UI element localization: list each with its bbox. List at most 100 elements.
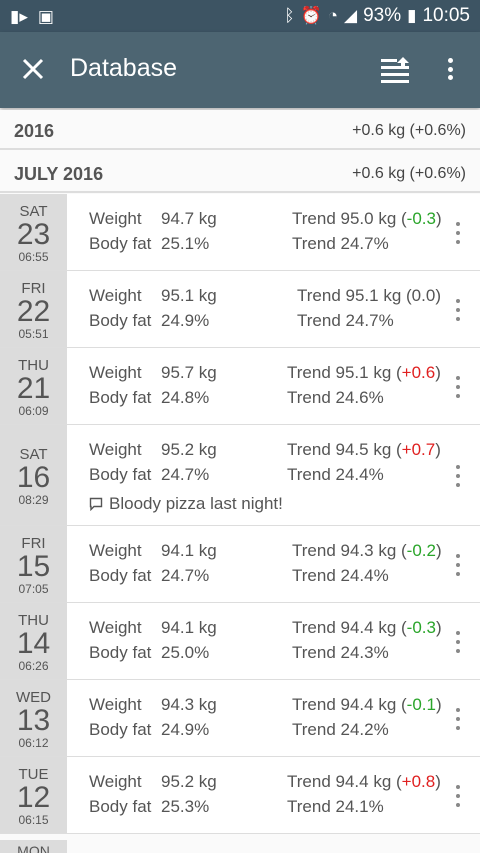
bodyfat-value: 24.8% xyxy=(161,388,210,407)
close-icon[interactable] xyxy=(18,54,48,84)
list-item[interactable]: SAT 23 06:55 Weight 94.7 kg Trend 95.0 k… xyxy=(0,194,480,271)
day-number: 13 xyxy=(16,704,51,737)
status-bar: ▮▸ ▣ ᛒ ⏰ ◔ ◢ 93% ▮ 10:05 xyxy=(0,0,480,32)
row-menu-icon[interactable] xyxy=(452,464,464,487)
bodyfat-label: Body fat xyxy=(89,720,152,739)
row-menu-icon[interactable] xyxy=(452,375,464,398)
trend-delta: -0.2 xyxy=(406,541,436,560)
bodyfat-trend: Trend 24.4% xyxy=(292,566,389,586)
bodyfat-trend: Trend 24.3% xyxy=(292,643,389,663)
comment-icon xyxy=(89,497,103,511)
row-menu-icon[interactable] xyxy=(452,707,464,730)
trend-label: Trend xyxy=(287,388,331,407)
entry-time: 06:55 xyxy=(18,250,49,264)
bluetooth-icon: ᛒ xyxy=(284,6,295,25)
weight-label: Weight xyxy=(89,440,142,459)
list-item[interactable]: FRI 15 07:05 Weight 94.1 kg Trend 94.3 k… xyxy=(0,526,480,603)
bodyfat-value: 24.7% xyxy=(161,465,210,484)
weight-label: Weight xyxy=(89,209,142,228)
entry-time: 06:15 xyxy=(18,813,49,827)
bodyfat-value: 25.3% xyxy=(161,797,210,816)
weight-value: 95.7 kg xyxy=(161,363,217,382)
month-header[interactable]: JULY 2016 +0.6 kg (+0.6%) xyxy=(0,153,480,193)
trend-delta: +0.6 xyxy=(401,363,436,382)
list-item[interactable]: THU 14 06:26 Weight 94.1 kg Trend 94.4 k… xyxy=(0,603,480,680)
weight-label: Weight xyxy=(89,772,142,791)
bodyfat-value: 24.9% xyxy=(161,311,210,330)
bodyfat-value: 24.7% xyxy=(161,566,210,585)
row-menu-icon[interactable] xyxy=(452,784,464,807)
bodyfat-label: Body fat xyxy=(89,566,152,585)
weight-value: 94.1 kg xyxy=(161,618,217,637)
entry-values: Weight 95.7 kg Trend 95.1 kg (+0.6) Body… xyxy=(89,363,444,413)
list-item[interactable]: TUE 12 06:15 Weight 95.2 kg Trend 94.4 k… xyxy=(0,757,480,834)
year-header[interactable]: 2016 +0.6 kg (+0.6%) xyxy=(0,110,480,150)
signal-icon: ◢ xyxy=(343,6,358,25)
row-menu-icon[interactable] xyxy=(452,221,464,244)
battery-icon: ▮ xyxy=(407,6,417,25)
date-box: THU 21 06:09 xyxy=(0,348,67,424)
trend-label: Trend xyxy=(292,643,336,662)
trend-label: Trend xyxy=(292,720,336,739)
weight-value: 94.1 kg xyxy=(161,541,217,560)
wifi-icon: ◔ xyxy=(327,6,338,25)
row-menu-icon[interactable] xyxy=(452,298,464,321)
trend-label: Trend xyxy=(292,234,336,253)
trend-delta: -0.1 xyxy=(406,695,436,714)
month-label: JULY 2016 xyxy=(14,164,104,184)
trend-bodyfat: 24.6% xyxy=(335,388,384,407)
trend-bodyfat: 24.4% xyxy=(340,566,389,585)
list-item[interactable]: FRI 22 05:51 Weight 95.1 kg Trend 95.1 k… xyxy=(0,271,480,348)
partial-date-label: MON xyxy=(0,840,67,853)
date-box: SAT 23 06:55 xyxy=(0,194,67,270)
weight-label: Weight xyxy=(89,618,142,637)
list-item[interactable]: THU 21 06:09 Weight 95.7 kg Trend 95.1 k… xyxy=(0,348,480,425)
note-text: Bloody pizza last night! xyxy=(109,493,283,513)
bodyfat-label: Body fat xyxy=(89,797,152,816)
bodyfat-value: 24.9% xyxy=(161,720,210,739)
trend-label: Trend xyxy=(292,541,336,560)
trend-weight: 94.4 kg ( xyxy=(340,618,407,637)
row-menu-icon[interactable] xyxy=(452,630,464,653)
trend-label: Trend xyxy=(287,797,331,816)
bodyfat-label: Body fat xyxy=(89,643,152,662)
entry-values: Weight 95.1 kg Trend 95.1 kg (0.0) Body … xyxy=(89,286,444,336)
trend-delta: +0.7 xyxy=(401,440,436,459)
trend-bodyfat: 24.1% xyxy=(335,797,384,816)
weight-trend: Trend 95.1 kg (+0.6) xyxy=(287,363,441,382)
weight-label: Weight xyxy=(89,286,142,305)
weight-value: 95.2 kg xyxy=(161,772,217,791)
overflow-menu-icon[interactable] xyxy=(438,54,462,84)
trend-weight: 95.1 kg ( xyxy=(335,363,402,382)
trend-label: Trend xyxy=(292,566,336,585)
trend-label: Trend xyxy=(292,695,336,714)
day-number: 21 xyxy=(16,372,51,405)
upload-icon[interactable] xyxy=(380,56,410,84)
month-change: +0.6 kg (+0.6%) xyxy=(352,165,466,182)
year-label: 2016 xyxy=(14,121,55,141)
trend-bodyfat: 24.7% xyxy=(345,311,394,330)
row-menu-icon[interactable] xyxy=(452,553,464,576)
weight-trend: Trend 94.4 kg (-0.1) xyxy=(292,695,442,714)
trend-label: Trend xyxy=(297,311,341,330)
bodyfat-label: Body fat xyxy=(89,388,152,407)
trend-weight: 94.3 kg ( xyxy=(340,541,407,560)
trend-label: Trend xyxy=(287,465,331,484)
weight-value: 94.7 kg xyxy=(161,209,217,228)
trend-weight: 94.5 kg ( xyxy=(335,440,402,459)
battery-level: 93% xyxy=(363,5,402,26)
trend-label: Trend xyxy=(287,440,331,459)
bodyfat-trend: Trend 24.2% xyxy=(292,720,389,740)
list-item[interactable]: SAT 16 08:29 Weight 95.2 kg Trend 94.5 k… xyxy=(0,425,480,526)
trend-delta: 0.0 xyxy=(411,286,436,305)
status-right: ᛒ ⏰ ◔ ◢ 93% ▮ 10:05 xyxy=(284,5,470,27)
bodyfat-trend: Trend 24.4% xyxy=(287,465,384,485)
entry-time: 06:26 xyxy=(18,659,49,673)
trend-label: Trend xyxy=(297,286,341,305)
notification-icon: ▮▸ xyxy=(10,7,28,26)
list-item[interactable]: WED 13 06:12 Weight 94.3 kg Trend 94.4 k… xyxy=(0,680,480,757)
weight-trend: Trend 94.4 kg (+0.8) xyxy=(287,772,441,791)
page-title: Database xyxy=(70,54,178,82)
bodyfat-value: 25.1% xyxy=(161,234,210,253)
status-time: 10:05 xyxy=(422,5,470,26)
